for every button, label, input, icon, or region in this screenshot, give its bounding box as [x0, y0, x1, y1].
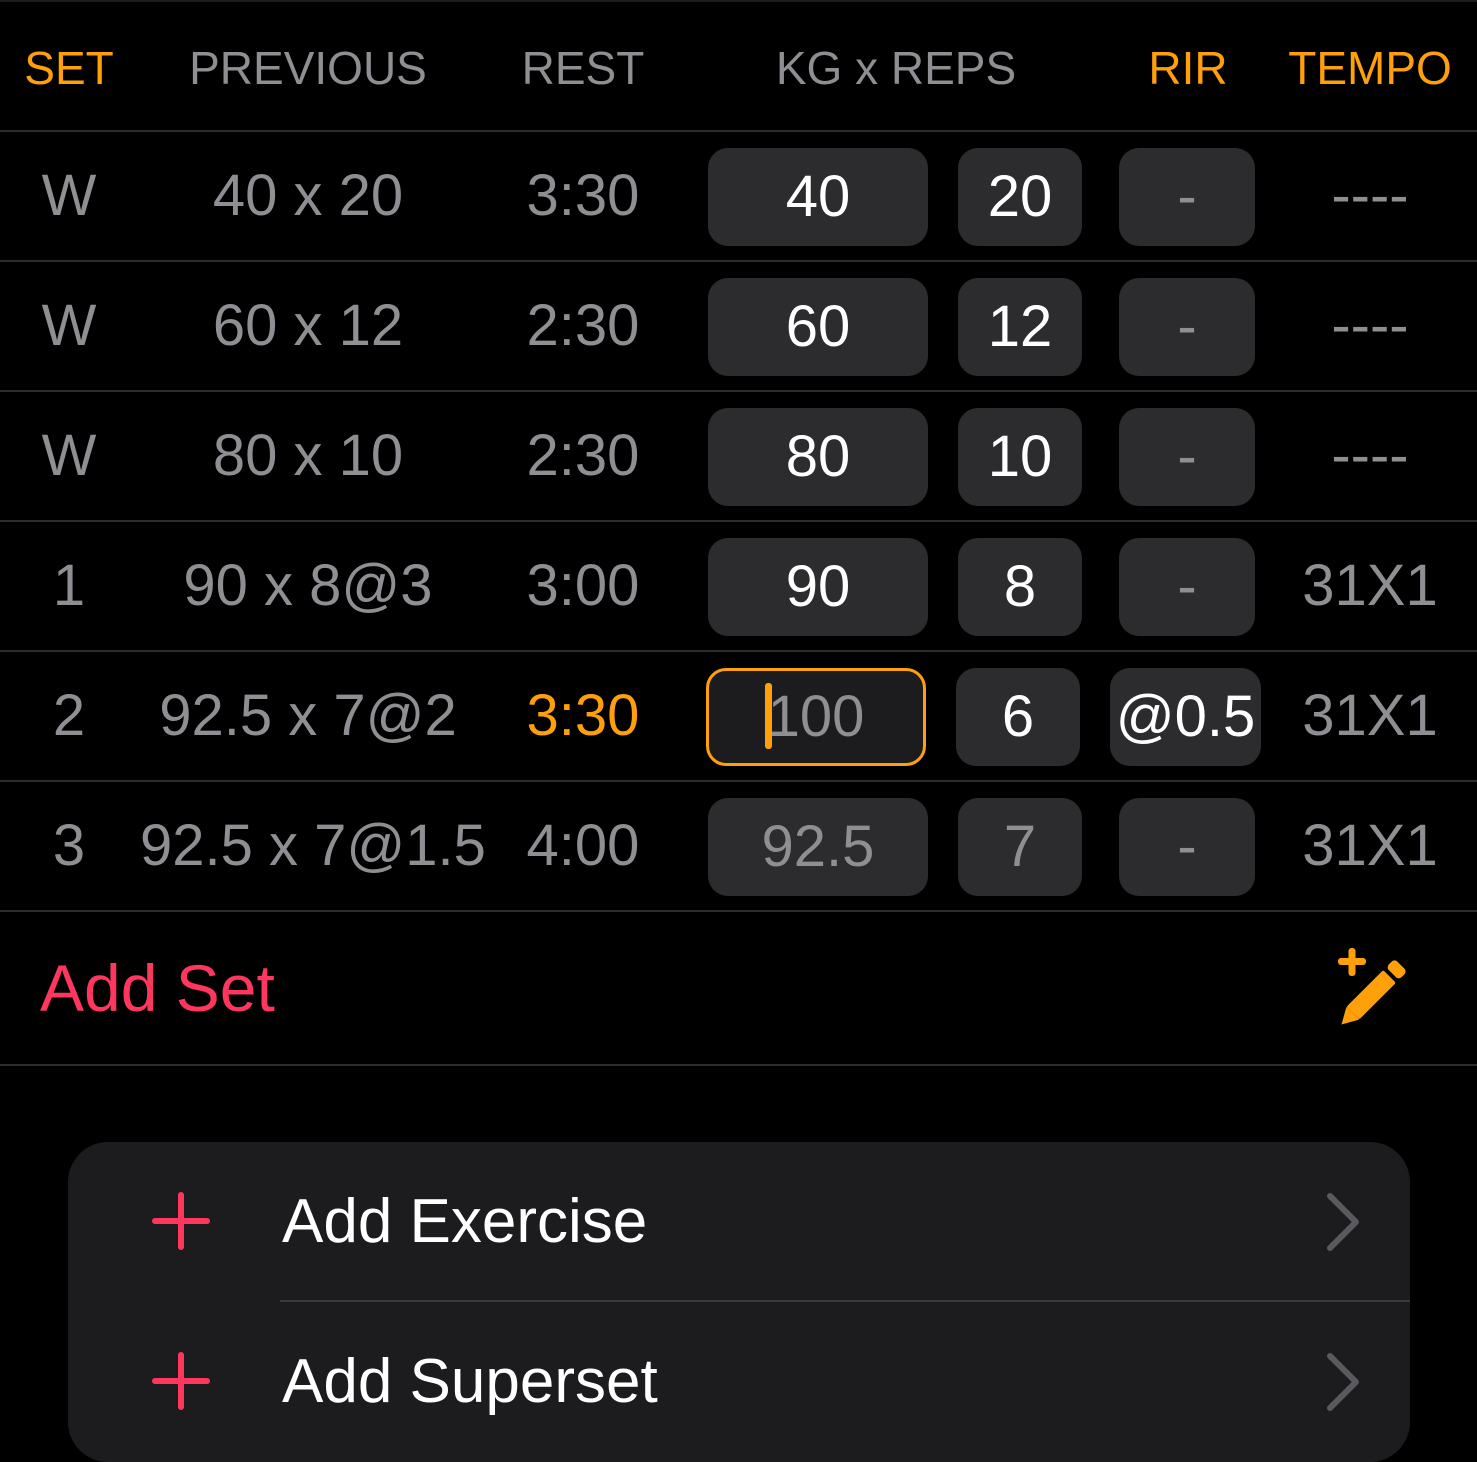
previous-value[interactable]: 90 x 8@3 [140, 522, 476, 650]
add-set-button[interactable]: Add Set [40, 948, 275, 1028]
add-exercise-row[interactable]: Add Exercise [68, 1142, 1410, 1300]
header-tempo[interactable]: TEMPO [1272, 40, 1468, 96]
kg-input[interactable]: 40 [708, 148, 928, 246]
kg-input[interactable]: 90 [708, 538, 928, 636]
reps-input[interactable]: 12 [958, 278, 1082, 376]
text-cursor [765, 683, 772, 749]
add-exercise-label: Add Exercise [282, 1187, 648, 1256]
chevron-right-icon [1327, 1193, 1359, 1251]
rir-input[interactable]: @0.5 [1110, 668, 1261, 766]
reps-input[interactable]: 6 [956, 668, 1080, 766]
set-number-label[interactable]: 2 [14, 652, 124, 780]
rest-timer-active[interactable]: 3:30 [500, 652, 666, 780]
tempo-value[interactable]: 31X1 [1272, 522, 1468, 650]
previous-value[interactable]: 92.5 x 7@2 [140, 652, 476, 780]
set-type-label[interactable]: W [14, 392, 124, 520]
add-set-row: Add Set [0, 912, 1477, 1066]
reps-input[interactable]: 7 [958, 798, 1082, 896]
rest-timer[interactable]: 2:30 [500, 262, 666, 390]
rest-timer[interactable]: 2:30 [500, 392, 666, 520]
header-kg-reps: KG x REPS [775, 42, 1017, 94]
reps-input[interactable]: 20 [958, 148, 1082, 246]
set-number-label[interactable]: 3 [14, 782, 124, 910]
add-superset-row[interactable]: Add Superset [68, 1302, 1410, 1460]
rir-input[interactable]: - [1119, 538, 1255, 636]
rest-timer[interactable]: 4:00 [500, 782, 666, 910]
header-previous: PREVIOUS [189, 42, 427, 94]
add-superset-label: Add Superset [282, 1347, 658, 1416]
previous-value[interactable]: 80 x 10 [140, 392, 476, 520]
reps-input[interactable]: 10 [958, 408, 1082, 506]
kg-placeholder: 100 [767, 684, 865, 749]
set-row: 1 90 x 8@3 3:00 90 8 - 31X1 [0, 522, 1477, 652]
tempo-value[interactable]: 31X1 [1272, 652, 1468, 780]
previous-value[interactable]: 92.5 x 7@1.5 [140, 782, 486, 910]
header-rest: REST [521, 42, 645, 94]
rir-input[interactable]: - [1119, 408, 1255, 506]
column-header: SET PREVIOUS REST KG x REPS RIR TEMPO [0, 0, 1477, 132]
add-options-card: Add Exercise Add Superset [68, 1142, 1410, 1462]
kg-input[interactable]: 92.5 [708, 798, 928, 896]
plus-icon [152, 1352, 210, 1410]
tempo-value[interactable]: ---- [1272, 392, 1468, 520]
set-type-label[interactable]: W [14, 132, 124, 260]
previous-value[interactable]: 60 x 12 [140, 262, 476, 390]
tempo-value[interactable]: 31X1 [1272, 782, 1468, 910]
tempo-value[interactable]: ---- [1272, 262, 1468, 390]
header-rir[interactable]: RIR [1130, 40, 1246, 96]
set-number-label[interactable]: 1 [14, 522, 124, 650]
reps-input[interactable]: 8 [958, 538, 1082, 636]
set-row: W 40 x 20 3:30 40 20 - ---- [0, 132, 1477, 262]
rest-timer[interactable]: 3:30 [500, 132, 666, 260]
set-type-label[interactable]: W [14, 262, 124, 390]
tempo-value[interactable]: ---- [1272, 132, 1468, 260]
previous-value[interactable]: 40 x 20 [140, 132, 476, 260]
plus-icon [152, 1192, 210, 1250]
kg-input[interactable]: 60 [708, 278, 928, 376]
rest-timer[interactable]: 3:00 [500, 522, 666, 650]
set-row: W 80 x 10 2:30 80 10 - ---- [0, 392, 1477, 522]
chevron-right-icon [1327, 1353, 1359, 1411]
set-row: W 60 x 12 2:30 60 12 - ---- [0, 262, 1477, 392]
pencil-plus-icon[interactable] [1330, 946, 1416, 1032]
kg-input-focused[interactable]: 100 [706, 668, 926, 766]
header-set[interactable]: SET [14, 40, 124, 96]
kg-input[interactable]: 80 [708, 408, 928, 506]
rir-input[interactable]: - [1119, 148, 1255, 246]
rir-input[interactable]: - [1119, 798, 1255, 896]
set-row-active: 2 92.5 x 7@2 3:30 100 6 @0.5 31X1 [0, 652, 1477, 782]
rir-input[interactable]: - [1119, 278, 1255, 376]
set-row: 3 92.5 x 7@1.5 4:00 92.5 7 - 31X1 [0, 782, 1477, 912]
